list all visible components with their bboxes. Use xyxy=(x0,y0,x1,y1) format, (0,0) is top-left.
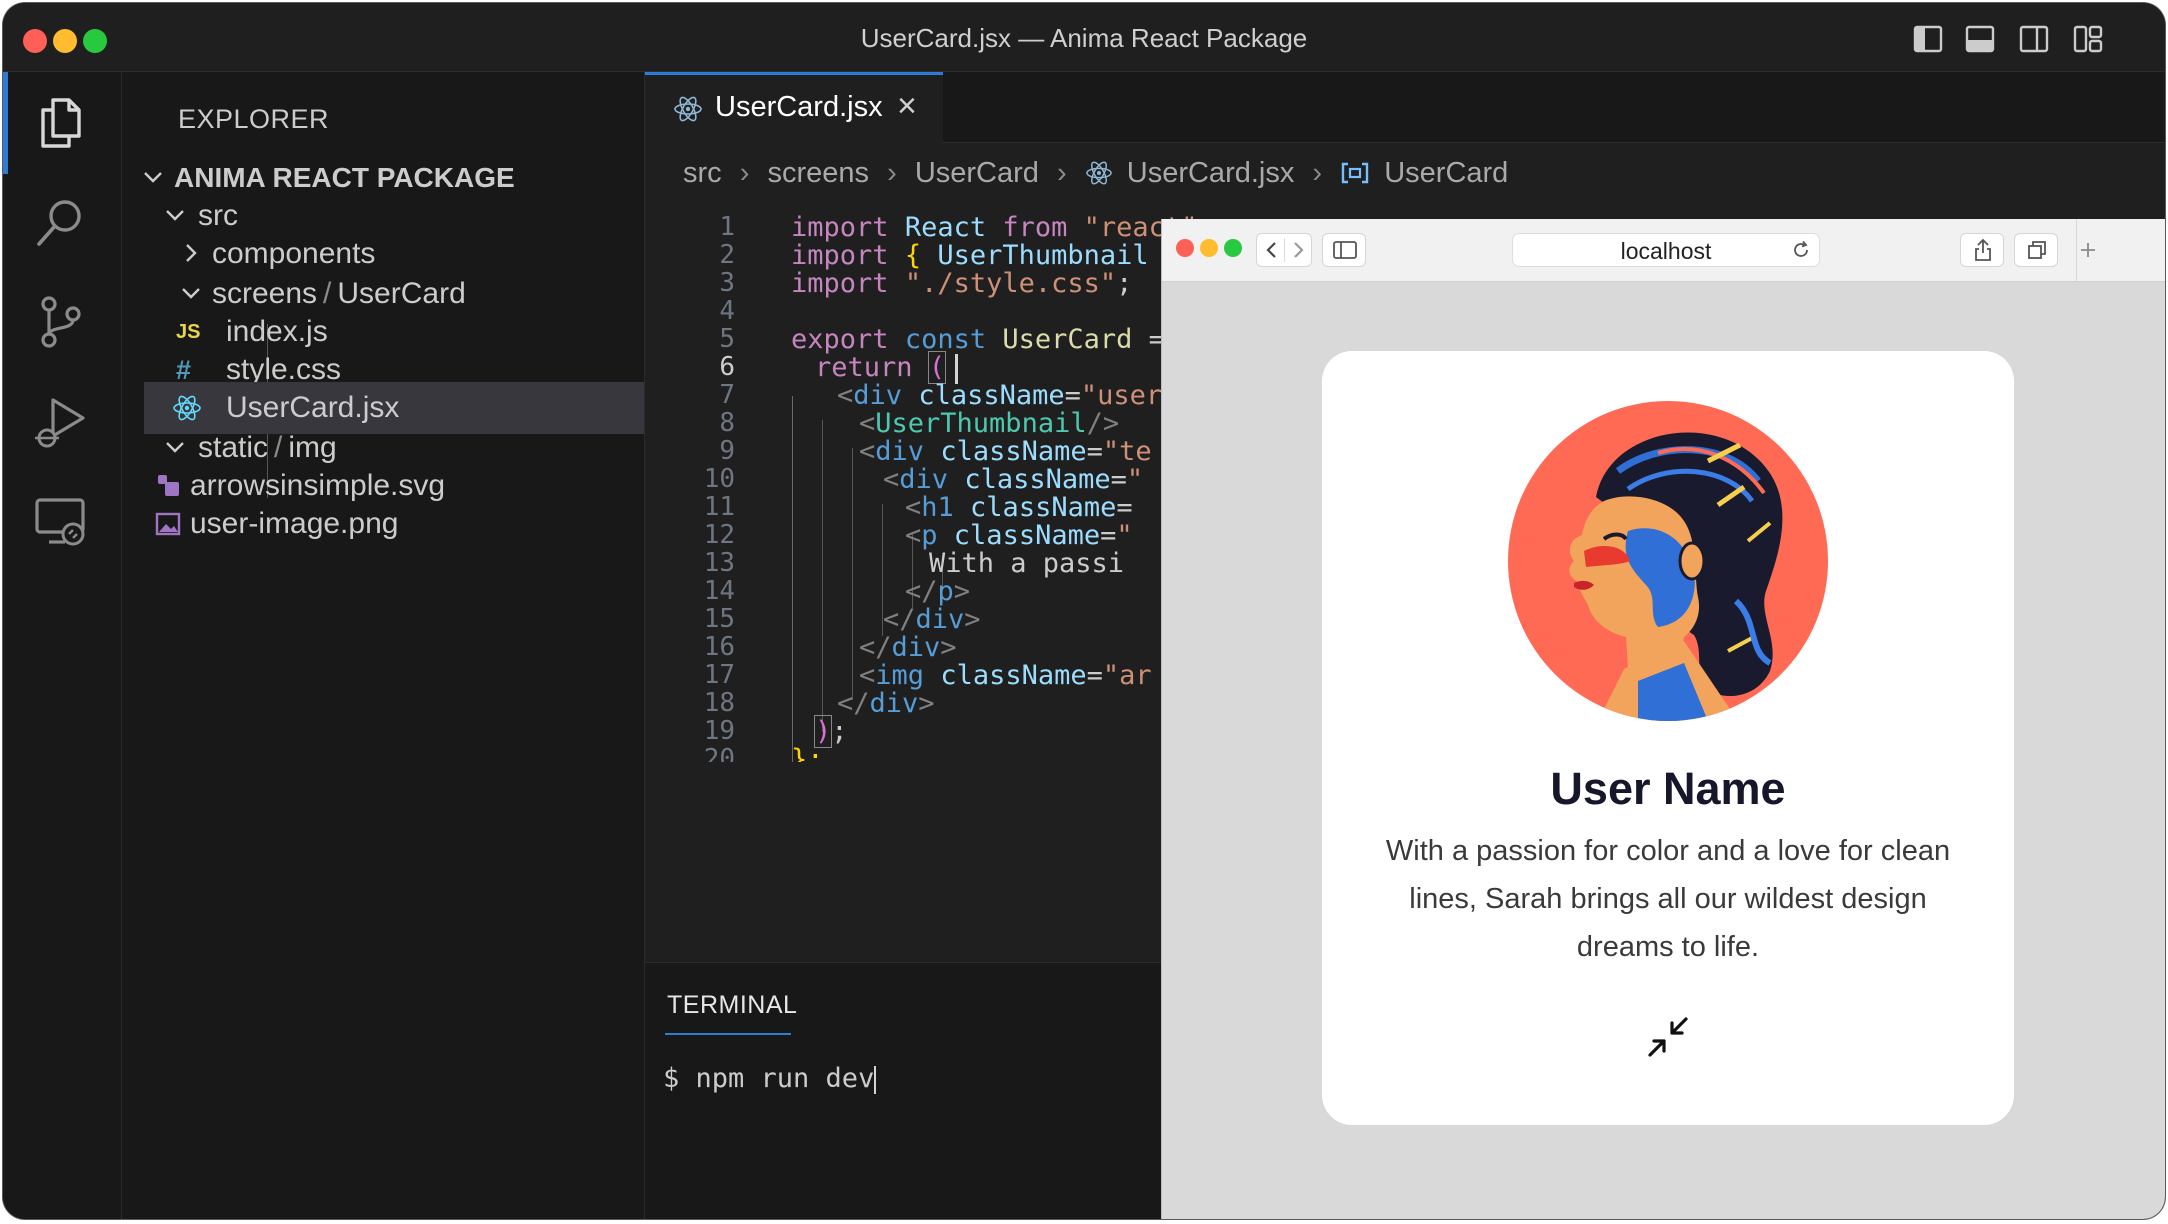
editor-tabs: UserCard.jsx × xyxy=(645,72,2165,143)
files-icon[interactable] xyxy=(31,92,91,152)
browser-close-button[interactable] xyxy=(1176,239,1194,257)
code-token: "ar xyxy=(1102,660,1152,691)
code-token: div xyxy=(869,688,919,719)
sidebar-toggle-button[interactable] xyxy=(1322,233,1366,267)
user-card: User Name With a passion for color and a… xyxy=(1322,351,2014,1125)
breadcrumb-item[interactable]: screens xyxy=(767,157,869,189)
breadcrumb-item[interactable]: UserCard xyxy=(915,157,1039,189)
run-debug-icon[interactable] xyxy=(31,392,91,452)
explorer-title: EXPLORER xyxy=(178,104,330,134)
plus-icon xyxy=(2081,243,2095,257)
customize-layout-icon[interactable] xyxy=(2073,25,2103,53)
chevron-down-icon xyxy=(166,210,184,221)
chevron-down-icon xyxy=(182,288,200,299)
browser-zoom-button[interactable] xyxy=(1224,239,1242,257)
breadcrumb-item[interactable]: UserCard.jsx xyxy=(1127,157,1295,189)
url-text: localhost xyxy=(1620,238,1712,264)
window-title: UserCard.jsx — Anima React Package xyxy=(860,23,1308,53)
toggle-secondary-sidebar-icon[interactable] xyxy=(2019,25,2049,53)
browser-toolbar: localhost xyxy=(1162,219,2165,282)
indent-guide xyxy=(792,396,793,762)
chevron-right-icon: › xyxy=(887,156,897,189)
code-token: ; xyxy=(1116,268,1133,299)
app-window: UserCard.jsx — Anima React Package EXPLO… xyxy=(3,3,2165,1219)
new-tab-button[interactable] xyxy=(2076,219,2165,281)
chevron-right-icon xyxy=(186,244,197,262)
explorer-sidebar: EXPLORER ANIMA REACT PACKAGE src compone… xyxy=(122,72,645,1219)
code-token: "./style.css" xyxy=(904,268,1117,299)
share-icon xyxy=(1975,238,1991,261)
tab-usercard-jsx[interactable]: UserCard.jsx × xyxy=(645,72,943,143)
image-file-icon xyxy=(155,512,181,536)
terminal-cursor xyxy=(874,1065,877,1094)
user-avatar xyxy=(1508,401,1828,721)
breadcrumb-item[interactable]: UserCard xyxy=(1384,157,1508,189)
browser-window: localhost User Name With a passion for c… xyxy=(1161,219,2165,1219)
terminal-command: $ npm run dev xyxy=(663,1063,875,1094)
code-token: < xyxy=(883,464,900,495)
back-forward-group xyxy=(1256,233,1312,267)
forward-icon[interactable] xyxy=(1289,240,1307,260)
code-token: = xyxy=(1086,660,1103,691)
tree-label: user-image.png xyxy=(190,507,399,540)
browser-minimize-button[interactable] xyxy=(1200,239,1218,257)
search-icon[interactable] xyxy=(31,192,91,252)
breadcrumb: src › screens › UserCard › UserCard.jsx … xyxy=(683,156,1508,196)
chevron-right-icon: › xyxy=(1056,156,1067,189)
code-token: UserCard xyxy=(1002,324,1133,355)
react-file-icon xyxy=(1085,161,1112,185)
code-token: className xyxy=(940,660,1087,691)
reload-icon[interactable] xyxy=(1791,240,1811,260)
react-file-icon xyxy=(674,96,702,122)
code-token: ; xyxy=(831,716,848,747)
code-token: > xyxy=(918,688,935,719)
code-token: }; xyxy=(791,744,824,762)
tabs-icon xyxy=(2028,241,2046,259)
tree-item-user-image-png[interactable]: user-image.png xyxy=(142,498,642,550)
code-token: < xyxy=(905,520,922,551)
tabs-overview-button[interactable] xyxy=(2014,233,2058,267)
tab-terminal[interactable]: TERMINAL xyxy=(667,991,797,1020)
divider xyxy=(1284,238,1285,262)
address-bar[interactable]: localhost xyxy=(1512,233,1820,267)
user-bio: With a passion for color and a love for … xyxy=(1385,835,1951,963)
code-token: import xyxy=(791,268,889,299)
indent-guide xyxy=(852,448,853,700)
react-file-icon xyxy=(173,395,201,421)
chevron-right-icon: › xyxy=(739,156,750,189)
chevron-down-icon xyxy=(166,442,184,453)
svg-file-icon xyxy=(158,475,179,496)
arrows-in-simple-icon[interactable] xyxy=(1646,1015,1690,1059)
chevron-right-icon: › xyxy=(1312,156,1323,189)
remote-explorer-icon[interactable] xyxy=(31,492,91,552)
terminal-input[interactable]: $ npm run dev xyxy=(663,1063,877,1094)
sidebar-icon xyxy=(1333,241,1357,259)
code-token: < xyxy=(859,436,876,467)
toggle-primary-sidebar-icon[interactable] xyxy=(1913,25,1943,53)
code-token: < xyxy=(837,380,854,411)
activity-bar xyxy=(3,72,122,1219)
back-icon[interactable] xyxy=(1263,240,1281,260)
close-tab-icon[interactable]: × xyxy=(897,87,917,126)
toggle-panel-icon[interactable] xyxy=(1965,25,1995,53)
chevron-down-icon xyxy=(144,172,162,183)
share-button[interactable] xyxy=(1960,233,2004,267)
line-number: 20 xyxy=(703,744,735,762)
symbol-variable-icon xyxy=(1341,163,1369,184)
active-view-indicator xyxy=(3,72,8,174)
code-token: > xyxy=(964,604,981,635)
indent-guide xyxy=(822,420,823,732)
tab-active-underline xyxy=(665,1033,791,1035)
title-bar: UserCard.jsx — Anima React Package xyxy=(3,3,2165,72)
user-name: User Name xyxy=(1550,763,1786,814)
source-control-icon[interactable] xyxy=(31,292,91,352)
tab-label: UserCard.jsx xyxy=(715,91,883,123)
breadcrumb-item[interactable]: src xyxy=(683,157,722,189)
